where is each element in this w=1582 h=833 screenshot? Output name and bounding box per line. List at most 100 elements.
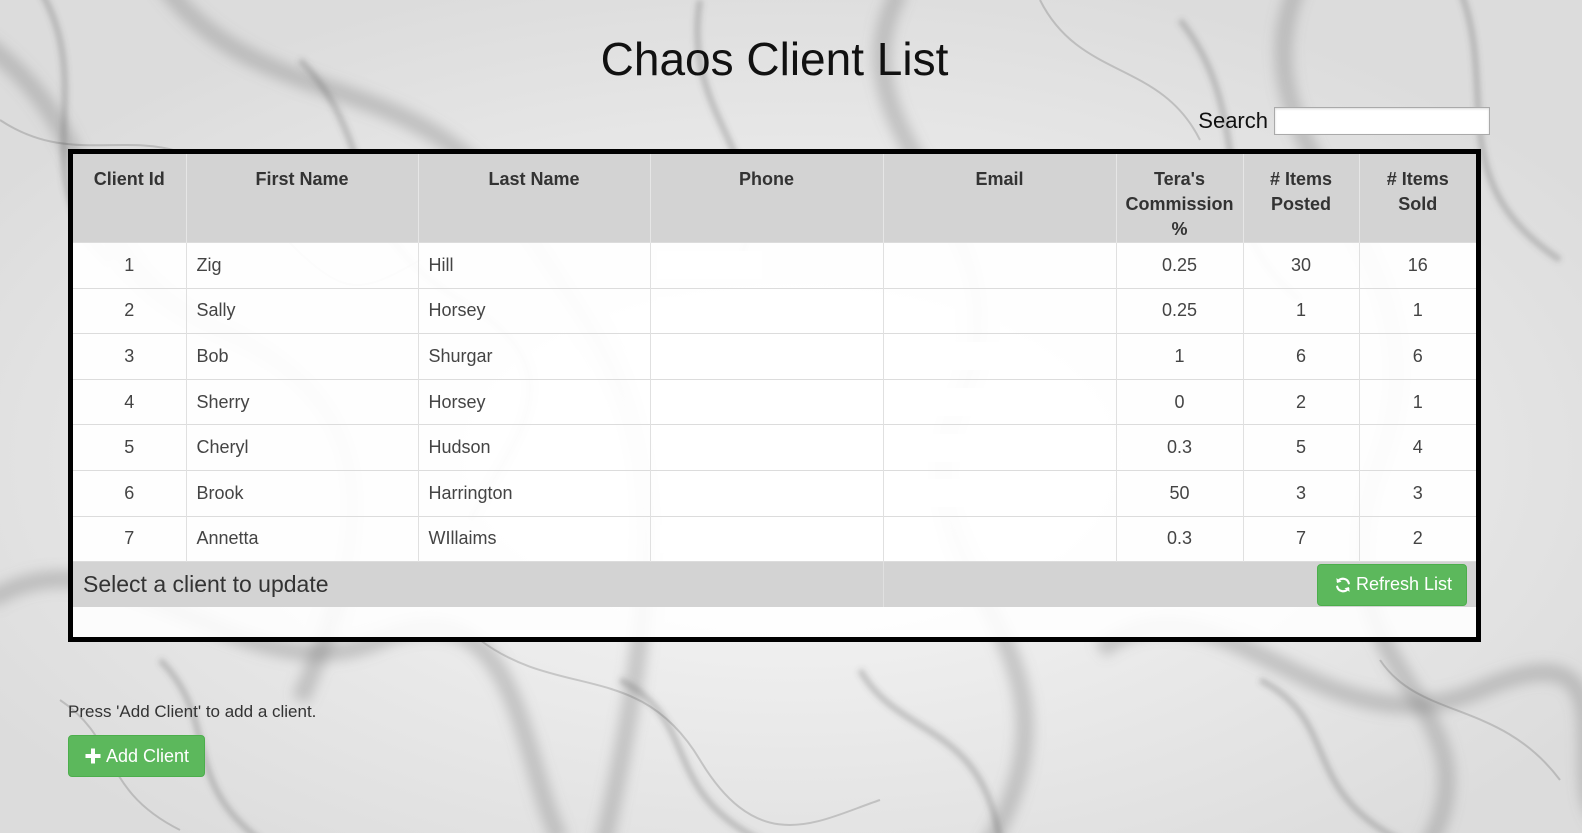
plus-icon	[85, 748, 101, 764]
cell-first-name: Annetta	[186, 515, 419, 562]
cell-commission: 0.25	[1116, 287, 1244, 334]
cell-email	[883, 242, 1117, 289]
cell-client-id: 2	[73, 287, 187, 334]
cell-commission: 0	[1116, 378, 1244, 425]
cell-phone	[650, 287, 884, 334]
cell-items-posted: 5	[1243, 424, 1360, 471]
client-table: Client Id First Name Last Name Phone Ema…	[73, 154, 1476, 608]
cell-commission: 0.3	[1116, 424, 1244, 471]
redacted-phone	[659, 479, 765, 508]
page-title: Chaos Client List	[600, 33, 949, 85]
cell-items-posted: 6	[1243, 333, 1360, 380]
refresh-icon	[1336, 577, 1350, 592]
redacted-phone	[656, 433, 762, 462]
cell-commission: 0.3	[1116, 515, 1244, 562]
cell-email	[883, 287, 1117, 334]
cell-email	[883, 424, 1117, 471]
table-row[interactable]: 5 Cheryl Hudson 0.3 5 4	[73, 424, 1476, 471]
redacted-phone	[657, 388, 763, 417]
refresh-list-button[interactable]: Refresh List	[1316, 563, 1467, 606]
cell-email	[883, 469, 1117, 517]
cell-first-name: Brook	[186, 469, 419, 517]
cell-email	[883, 333, 1117, 380]
footer-actions-cell: Refresh List	[883, 561, 1476, 608]
cell-client-id: 7	[73, 515, 187, 562]
redacted-phone	[656, 251, 762, 280]
cell-items-sold: 1	[1359, 378, 1476, 425]
column-header-first-name[interactable]: First Name	[186, 154, 419, 243]
table-row[interactable]: 7 Annetta WIllaims 0.3 7 2	[73, 515, 1476, 562]
search-bar: Search	[1198, 107, 1490, 135]
cell-last-name: WIllaims	[418, 515, 651, 562]
redacted-phone	[656, 296, 762, 325]
client-table-panel: Client Id First Name Last Name Phone Ema…	[68, 149, 1481, 642]
column-header-client-id[interactable]: Client Id	[73, 154, 187, 243]
cell-phone	[650, 424, 884, 471]
cell-items-sold: 4	[1359, 424, 1476, 471]
cell-last-name: Horsey	[418, 378, 651, 425]
cell-items-sold: 2	[1359, 515, 1476, 562]
cell-client-id: 6	[73, 469, 187, 517]
cell-client-id: 5	[73, 424, 187, 471]
cell-phone	[650, 333, 884, 380]
cell-client-id: 1	[73, 242, 187, 289]
table-header-row: Client Id First Name Last Name Phone Ema…	[73, 154, 1476, 243]
cell-items-posted: 7	[1243, 515, 1360, 562]
footer-message-cell: Select a client to update	[73, 561, 884, 608]
redacted-email	[887, 388, 1058, 417]
cell-client-id: 4	[73, 378, 187, 425]
redacted-email	[889, 479, 1100, 508]
cell-last-name: Hudson	[418, 424, 651, 471]
column-header-phone[interactable]: Phone	[650, 154, 884, 243]
column-header-last-name[interactable]: Last Name	[418, 154, 651, 243]
cell-phone	[650, 469, 884, 517]
add-client-hint: Press 'Add Client' to add a client.	[68, 702, 317, 721]
redacted-email	[887, 342, 1036, 371]
table-row[interactable]: 4 Sherry Horsey 0 2 1	[73, 378, 1476, 425]
cell-items-posted: 30	[1243, 242, 1360, 289]
cell-commission: 1	[1116, 333, 1244, 380]
add-client-label: Add Client	[106, 745, 190, 766]
redacted-phone	[659, 524, 765, 553]
cell-items-sold: 1	[1359, 287, 1476, 334]
select-client-message: Select a client to update	[83, 571, 329, 598]
cell-email	[883, 378, 1117, 425]
table-row[interactable]: 1 Zig Hill 0.25 30 16	[73, 242, 1476, 289]
cell-last-name: Harrington	[418, 469, 651, 517]
cell-email	[883, 515, 1117, 562]
cell-phone	[650, 515, 884, 562]
column-header-items-sold[interactable]: # Items Sold	[1359, 154, 1476, 243]
cell-items-sold: 3	[1359, 469, 1476, 517]
cell-items-sold: 6	[1359, 333, 1476, 380]
cell-client-id: 3	[73, 333, 187, 380]
cell-items-posted: 1	[1243, 287, 1360, 334]
cell-commission: 50	[1116, 469, 1244, 517]
cell-first-name: Zig	[186, 242, 419, 289]
add-client-button[interactable]: Add Client	[68, 735, 206, 777]
redacted-phone	[659, 342, 765, 371]
cell-items-sold: 16	[1359, 242, 1476, 289]
cell-first-name: Sherry	[186, 378, 419, 425]
table-row[interactable]: 3 Bob Shurgar 1 6 6	[73, 333, 1476, 380]
cell-last-name: Hill	[418, 242, 651, 289]
table-row[interactable]: 2 Sally Horsey 0.25 1 1	[73, 287, 1476, 334]
cell-items-posted: 2	[1243, 378, 1360, 425]
cell-first-name: Bob	[186, 333, 419, 380]
cell-phone	[650, 378, 884, 425]
column-header-commission[interactable]: Tera's Commission %	[1116, 154, 1244, 243]
search-input[interactable]	[1274, 107, 1490, 135]
table-footer: Select a client to update Refresh List	[73, 561, 1476, 608]
refresh-list-label: Refresh List	[1355, 574, 1452, 595]
cell-first-name: Cheryl	[186, 424, 419, 471]
cell-phone	[650, 242, 884, 289]
cell-first-name: Sally	[186, 287, 419, 334]
cell-last-name: Horsey	[418, 287, 651, 334]
table-row[interactable]: 6 Brook Harrington 50 3 3	[73, 469, 1476, 517]
column-header-items-posted[interactable]: # Items Posted	[1243, 154, 1360, 243]
search-label: Search	[1198, 108, 1268, 133]
cell-items-posted: 3	[1243, 469, 1360, 517]
cell-commission: 0.25	[1116, 242, 1244, 289]
redacted-email	[891, 433, 1098, 462]
cell-last-name: Shurgar	[418, 333, 651, 380]
column-header-email[interactable]: Email	[883, 154, 1117, 243]
